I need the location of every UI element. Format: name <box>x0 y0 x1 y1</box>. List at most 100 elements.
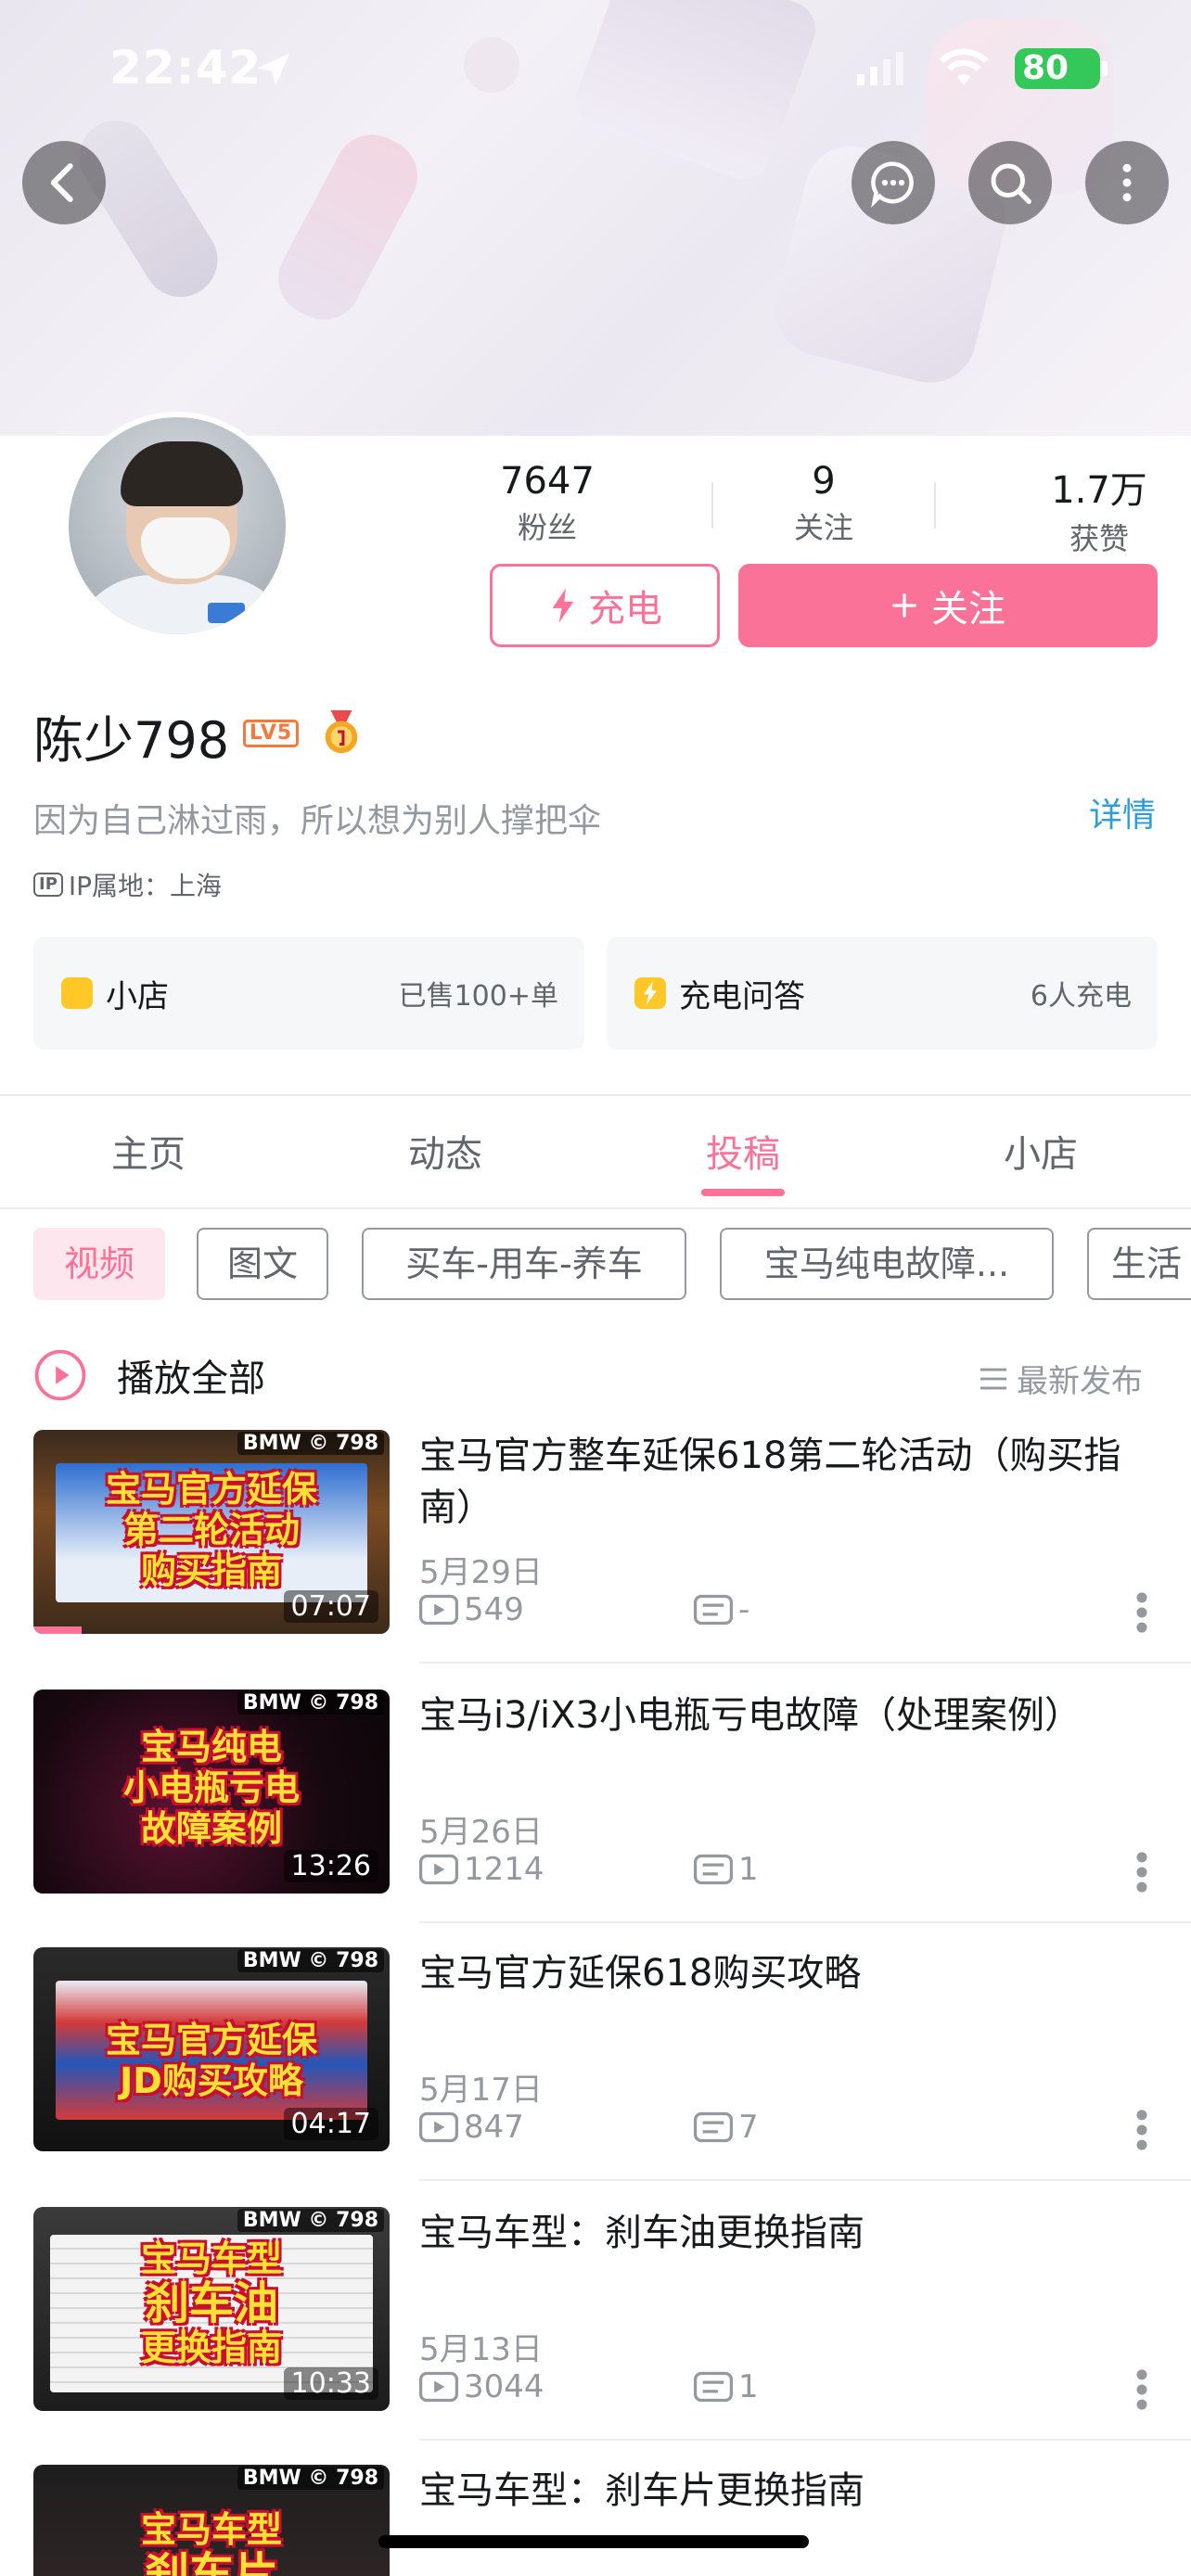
filter-chip-life[interactable]: 生活 <box>1087 1228 1191 1300</box>
thumbnail-caption: 宝马车型 <box>140 2238 282 2279</box>
ip-location-text: IP属地：上海 <box>68 871 223 901</box>
likes-label: 获赞 <box>1069 521 1129 556</box>
following-stat[interactable]: 9 关注 <box>740 460 907 547</box>
back-button[interactable] <box>22 141 106 224</box>
shop-card-subtitle: 已售100+单 <box>398 980 558 1013</box>
channel-watermark: BMW © 798 <box>237 2467 384 2490</box>
charge-qa-subtitle: 6人充电 <box>1030 980 1132 1013</box>
more-vertical-icon[interactable] <box>1135 1591 1148 1634</box>
tab-posts[interactable]: 投稿 <box>669 1124 817 1178</box>
thumbnail-caption: 刹车片 <box>144 2548 278 2576</box>
thumbnail-caption: 第二轮活动 <box>122 1510 300 1550</box>
channel-watermark: BMW © 798 <box>237 1949 384 1972</box>
tabs-divider <box>0 1207 1191 1209</box>
plus-icon <box>892 593 916 618</box>
location-arrow-icon <box>257 53 290 86</box>
filter-chip-video[interactable]: 视频 <box>33 1228 165 1300</box>
message-button[interactable] <box>852 141 935 224</box>
tab-dynamics[interactable]: 动态 <box>371 1124 519 1178</box>
video-thumbnail: 宝马官方延保 JD购买攻略 BMW © 798 04:17 <box>33 1947 390 2151</box>
video-views: 3044 <box>419 2368 544 2405</box>
shop-card-title: 小店 <box>106 977 169 1015</box>
medal-icon[interactable] <box>321 710 362 757</box>
comment-icon <box>694 2371 733 2403</box>
avatar-detail <box>208 603 245 623</box>
row-divider <box>419 2179 1191 2181</box>
video-comments: 1 <box>694 2368 759 2405</box>
views-count: 1214 <box>464 1851 544 1888</box>
video-thumbnail: 宝马官方延保 第二轮活动 购买指南 BMW © 798 07:07 <box>33 1430 390 1634</box>
video-date: 5月17日 <box>419 2072 543 2109</box>
charge-qa-title: 充电问答 <box>679 977 805 1015</box>
status-bar: 22:42 80 <box>0 0 1191 139</box>
filter-chip-car[interactable]: 买车-用车-养车 <box>362 1228 686 1300</box>
views-count: 549 <box>464 1591 524 1628</box>
thumbnail-caption: 宝马车型 <box>140 2509 282 2550</box>
shop-card[interactable]: 小店 已售100+单 <box>33 937 584 1050</box>
following-count: 9 <box>812 460 836 503</box>
thumbnail-caption: 宝马官方延保 <box>105 1469 317 1510</box>
avatar[interactable] <box>63 412 291 640</box>
list-icon <box>980 1368 1007 1389</box>
video-thumbnail: 宝马纯电 小电瓶亏电 故障案例 BMW © 798 13:26 <box>33 1690 390 1894</box>
filter-chip-image-text[interactable]: 图文 <box>197 1228 328 1300</box>
video-title[interactable]: 宝马官方整车延保618第二轮活动（购买指南） <box>419 1430 1161 1534</box>
filter-chip-bmw-ev[interactable]: 宝马纯电故障... <box>720 1228 1054 1300</box>
wifi-icon <box>939 48 989 85</box>
charge-qa-card[interactable]: 充电问答 6人充电 <box>607 937 1158 1050</box>
video-views: 847 <box>419 2109 524 2146</box>
banner-decoration <box>264 121 431 333</box>
comment-icon <box>694 2111 733 2143</box>
play-all-label: 播放全部 <box>117 1358 265 1400</box>
more-vertical-icon[interactable] <box>1135 2368 1148 2411</box>
level-badge[interactable]: LV5 <box>243 720 299 747</box>
search-button[interactable] <box>968 141 1052 224</box>
video-views: 549 <box>419 1591 524 1628</box>
video-title[interactable]: 宝马车型：刹车片更换指南 <box>419 2465 1161 2517</box>
detail-link[interactable]: 详情 <box>1089 788 1156 836</box>
channel-watermark: BMW © 798 <box>237 1691 384 1715</box>
tab-home[interactable]: 主页 <box>74 1124 223 1178</box>
battery-tip <box>1102 61 1108 76</box>
video-duration: 10:33 <box>283 2367 378 2400</box>
avatar-detail <box>141 517 230 579</box>
sort-button[interactable]: 最新发布 <box>978 1356 1143 1401</box>
row-divider <box>419 1662 1191 1664</box>
comments-count: 1 <box>738 1851 759 1888</box>
more-vertical-icon[interactable] <box>1135 1851 1148 1894</box>
video-list-item[interactable]: 宝马纯电 小电瓶亏电 故障案例 BMW © 798 13:26 宝马i3/iX3… <box>0 1690 1191 1947</box>
video-date: 5月13日 <box>419 2331 543 2368</box>
shop-icon <box>61 977 93 1009</box>
video-list-item[interactable]: 宝马官方延保 第二轮活动 购买指南 BMW © 798 07:07 宝马官方整车… <box>0 1430 1191 1688</box>
more-vertical-icon[interactable] <box>1135 2109 1148 2151</box>
tab-shop[interactable]: 小店 <box>967 1124 1115 1178</box>
thumbnail-caption: 更换指南 <box>140 2327 282 2368</box>
following-label: 关注 <box>793 510 853 545</box>
video-list-item[interactable]: 宝马车型 刹车片 BMW © 798 宝马车型：刹车片更换指南 <box>0 2465 1191 2576</box>
comments-count: 7 <box>738 2109 759 2146</box>
play-count-icon <box>419 1854 458 1885</box>
video-title[interactable]: 宝马车型：刹车油更换指南 <box>419 2207 1161 2259</box>
video-title[interactable]: 宝马官方延保618购买攻略 <box>419 1947 1161 1999</box>
play-count-icon <box>419 2371 458 2403</box>
video-comments: 7 <box>694 2109 759 2146</box>
sort-label: 最新发布 <box>1017 1363 1143 1400</box>
video-list-item[interactable]: 宝马官方延保 JD购买攻略 BMW © 798 04:17 宝马官方延保618购… <box>0 1947 1191 2205</box>
followers-stat[interactable]: 7647 粉丝 <box>464 460 631 547</box>
follow-button[interactable]: 关注 <box>738 564 1158 647</box>
thumbnail-caption: JD购买攻略 <box>120 2060 303 2101</box>
more-options-button[interactable] <box>1085 141 1169 224</box>
ip-location: IP IP属地：上海 <box>33 866 222 903</box>
video-list-item[interactable]: 宝马车型 刹车油 更换指南 BMW © 798 10:33 宝马车型：刹车油更换… <box>0 2207 1191 2465</box>
comments-count: - <box>738 1591 750 1628</box>
thumbnail-caption: 故障案例 <box>140 1808 282 1849</box>
play-all-button[interactable]: 播放全部 <box>33 1348 265 1402</box>
ip-badge-icon: IP <box>33 873 63 897</box>
section-divider <box>0 1094 1191 1096</box>
video-title[interactable]: 宝马i3/iX3小电瓶亏电故障（处理案例） <box>419 1690 1161 1741</box>
video-duration: 13:26 <box>283 1850 378 1882</box>
avatar-detail <box>69 575 286 634</box>
charge-button[interactable]: 充电 <box>490 564 720 647</box>
search-icon <box>991 163 1031 204</box>
home-indicator[interactable] <box>378 2535 809 2548</box>
